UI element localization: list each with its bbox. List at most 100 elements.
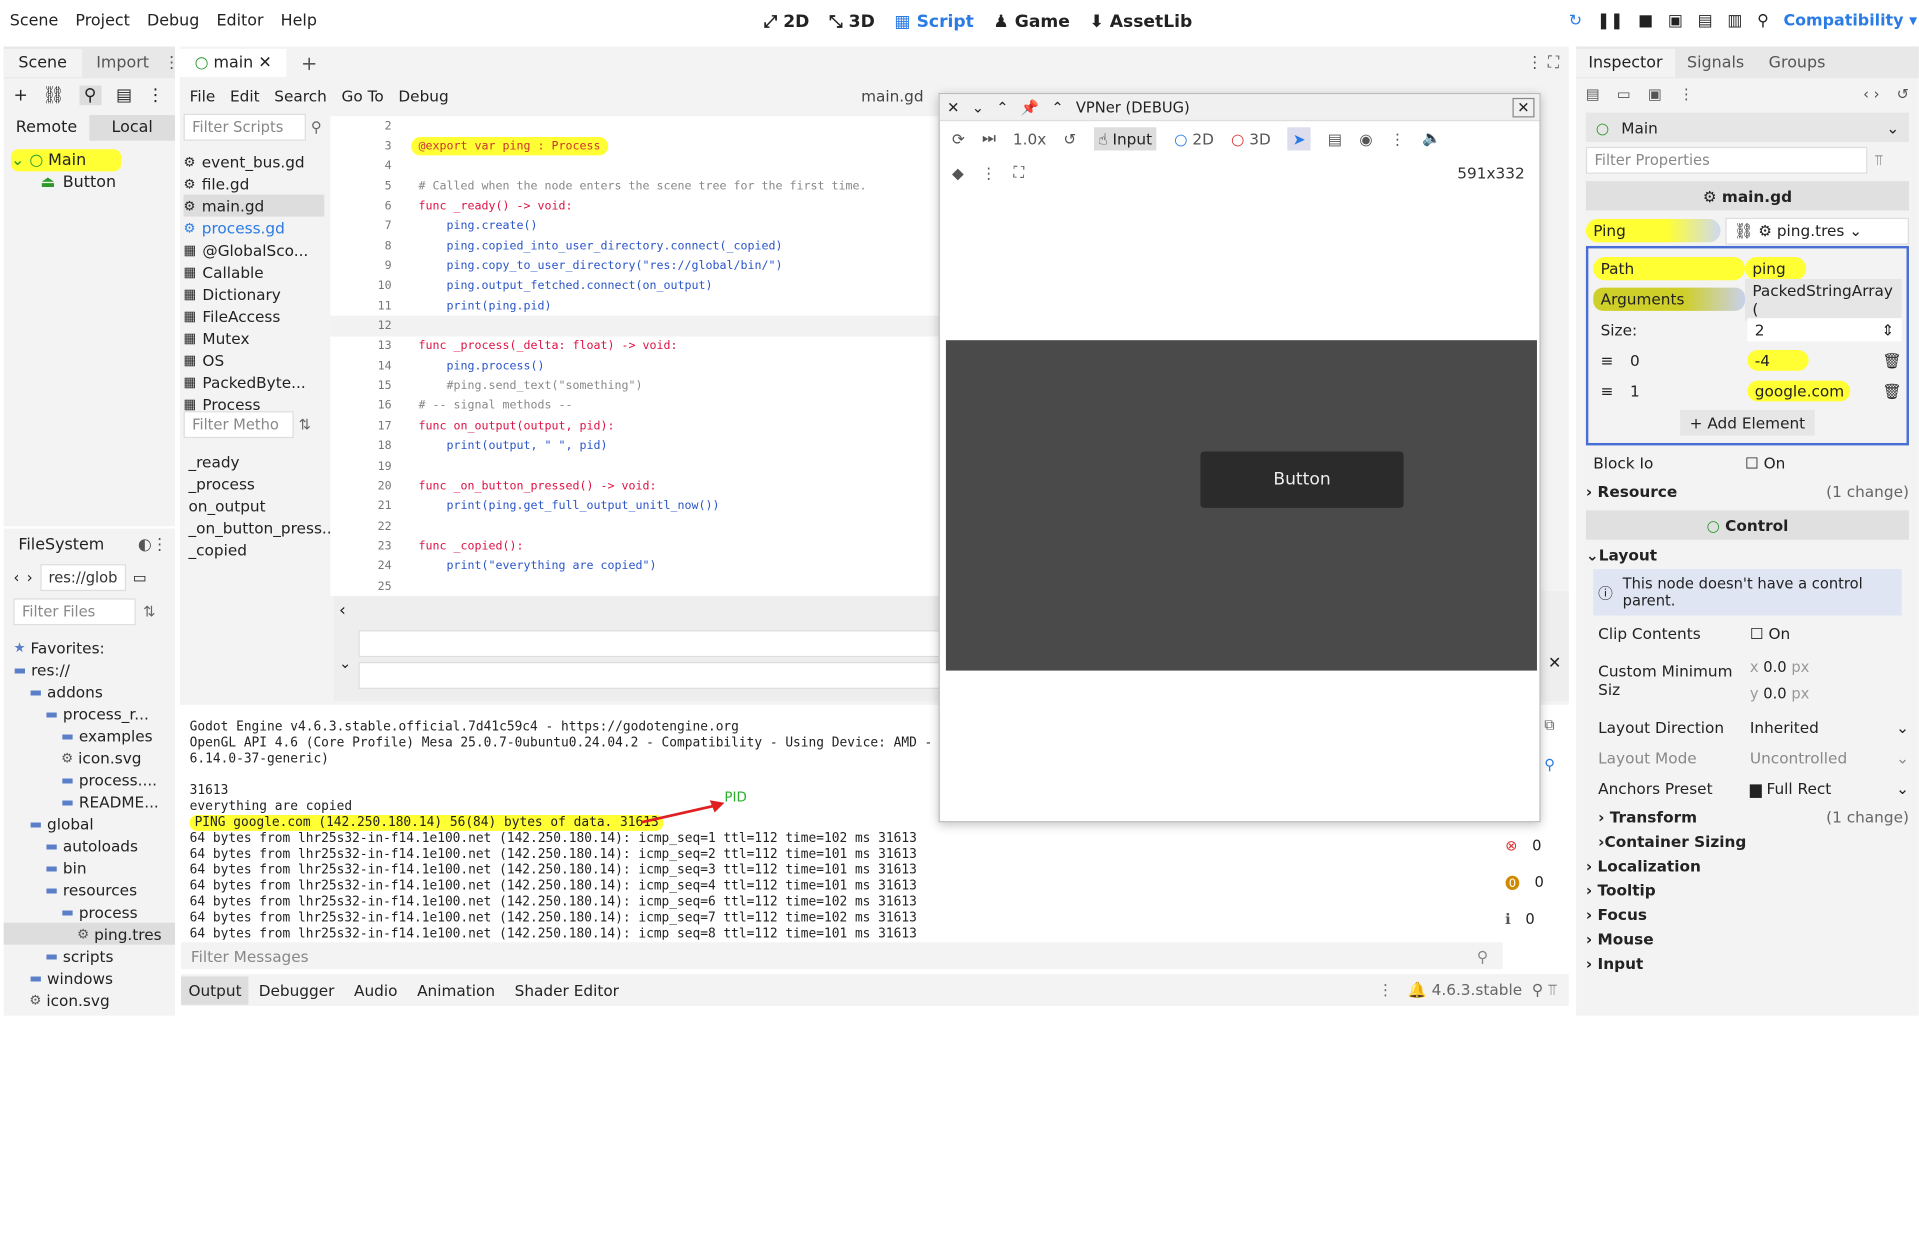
camera-icon[interactable]: ◆ xyxy=(952,163,964,181)
info-count[interactable]: ℹ0 xyxy=(1505,901,1566,938)
scene-node-button[interactable]: ⏏ Button xyxy=(11,171,175,193)
inspector-section-input[interactable]: › Input xyxy=(1586,951,1909,975)
item-0-input[interactable]: -4 xyxy=(1747,349,1809,371)
menu-debug[interactable]: Debug xyxy=(147,12,199,30)
tab-debugger[interactable]: Debugger xyxy=(249,976,344,1004)
script-menu-goto[interactable]: Go To xyxy=(342,86,384,104)
scene-node-main[interactable]: ⌄ ○ Main xyxy=(11,149,122,172)
fs-item[interactable]: ⚙ icon.svg xyxy=(4,746,175,768)
replace-input[interactable] xyxy=(358,662,946,689)
mode-2d[interactable]: ○ 2D xyxy=(1174,129,1214,147)
search-icon[interactable]: ⚲ xyxy=(78,85,102,106)
fs-item[interactable]: ▬ process_r... xyxy=(4,702,175,724)
method-list-item[interactable]: _on_button_press... xyxy=(184,519,336,541)
new-tab-icon[interactable]: + xyxy=(286,46,332,79)
script-list-item[interactable]: ⚙ event_bus.gd xyxy=(184,151,325,173)
script-list-item[interactable]: ⚙ main.gd xyxy=(183,194,325,217)
history-back-icon[interactable]: ‹ › xyxy=(1863,86,1879,103)
menu-editor[interactable]: Editor xyxy=(216,12,263,30)
next-frame-icon[interactable]: ⏭ xyxy=(982,128,996,148)
game-button[interactable]: Button xyxy=(1200,451,1404,508)
clip-checkbox[interactable]: ☐ On xyxy=(1750,624,1790,642)
add-element-button[interactable]: + Add Element xyxy=(1679,409,1815,436)
fs-path-field[interactable]: res://glob xyxy=(39,564,126,592)
find-input[interactable] xyxy=(358,630,946,658)
more-icon[interactable]: ⋮ xyxy=(147,86,164,106)
tab-output[interactable]: Output xyxy=(181,975,249,1005)
stop-icon[interactable]: ■ xyxy=(1638,12,1653,30)
sort-icon[interactable]: ⇅ xyxy=(143,603,155,620)
script-list-item[interactable]: ▦ Callable xyxy=(184,261,325,283)
mode-3d[interactable]: ○ 3D xyxy=(1231,129,1271,147)
block-io-checkbox[interactable]: ☐ On xyxy=(1745,454,1785,472)
script-list-item[interactable]: ▦ @GlobalSco... xyxy=(184,239,325,261)
method-list-item[interactable]: _ready xyxy=(184,453,325,475)
anchors-preset-select[interactable]: ▆ Full Rect ⌄ xyxy=(1750,779,1909,797)
menu-project[interactable]: Project xyxy=(75,12,129,30)
fs-item[interactable]: ▬ windows xyxy=(4,967,175,989)
close-tab-icon[interactable]: ✕ xyxy=(258,53,271,71)
min-y-input[interactable]: y 0.0 px xyxy=(1750,685,1809,702)
save-icon[interactable]: ▣ xyxy=(1648,86,1662,103)
script-list-item[interactable]: ⚙ process.gd xyxy=(184,217,325,239)
layout-mode-select[interactable]: Uncontrolled ⌄ xyxy=(1750,749,1909,767)
chevron-down-icon[interactable]: ⌄ xyxy=(339,655,351,672)
script-menu-edit[interactable]: Edit xyxy=(230,86,260,104)
method-list-item[interactable]: _copied xyxy=(184,541,325,563)
script-list-item[interactable]: ▦ Dictionary xyxy=(184,283,325,305)
method-list-item[interactable]: _process xyxy=(184,475,325,497)
script-list-item[interactable]: ▦ PackedByte... xyxy=(184,371,325,393)
filter-scripts-input[interactable]: Filter Scripts xyxy=(183,113,306,141)
warning-count[interactable]: ⓿0 xyxy=(1505,864,1566,901)
code-editor[interactable]: 2 3 @export var ping : Process 4 5 # Called w… xyxy=(330,116,943,596)
ping-resource-picker[interactable]: ⛓ ⚙ ping.tres ⌄ xyxy=(1725,217,1909,245)
workspace-2d[interactable]: ⤢ 2D xyxy=(764,12,810,32)
reset-icon[interactable]: ↺ xyxy=(1063,129,1076,147)
inspector-section-tooltip[interactable]: › Tooltip xyxy=(1586,877,1909,901)
fs-item[interactable]: ⚙ ping.tres xyxy=(3,922,175,945)
layout-icon[interactable]: ▭ xyxy=(133,569,147,586)
workspace-game[interactable]: ♟ Game xyxy=(993,12,1069,32)
time-scale[interactable]: 1.0x xyxy=(1013,129,1046,147)
script-icon[interactable]: ▤ xyxy=(116,86,132,106)
remote-deploy-icon[interactable]: ▣ xyxy=(1668,12,1683,30)
layout-section[interactable]: ⌄ Layout xyxy=(1586,542,1909,566)
add-node-icon[interactable]: + xyxy=(13,86,27,106)
output-search-icon[interactable]: ⚲ xyxy=(1544,756,1555,773)
tab-scene[interactable]: Scene xyxy=(3,48,82,77)
keep-above-icon[interactable]: ⌃ xyxy=(1051,99,1063,116)
resource-section[interactable]: › Resource (1 change) xyxy=(1586,478,1909,502)
filter-messages-input[interactable]: Filter Messages ⚲ xyxy=(181,942,1503,970)
tab-import[interactable]: Import xyxy=(82,48,164,76)
tab-groups[interactable]: Groups xyxy=(1756,48,1837,76)
search-help-icon[interactable]: ⚲ xyxy=(1757,12,1769,30)
history-icon[interactable]: ↺ xyxy=(1897,86,1919,103)
fs-item[interactable]: ▬ examples xyxy=(4,724,175,746)
fs-item[interactable]: ⚙ icon.svg xyxy=(4,989,175,1011)
script-menu-debug[interactable]: Debug xyxy=(398,86,448,104)
window-close-icon[interactable]: ✕ xyxy=(1512,97,1535,117)
inspector-section-mouse[interactable]: › Mouse xyxy=(1586,926,1909,950)
suspend-icon[interactable]: ⟳ xyxy=(952,129,965,147)
filter-options-icon[interactable]: ⫪ xyxy=(1875,151,1883,169)
minimize-icon[interactable]: ⌄ xyxy=(972,99,984,116)
local-button[interactable]: Local xyxy=(89,114,175,141)
dock-options-icon[interactable]: ◐⋮ xyxy=(138,535,175,553)
size-spinbox[interactable]: 2 ⇕ xyxy=(1747,318,1902,342)
script-menu-search[interactable]: Search xyxy=(274,86,327,104)
collapse-left-icon[interactable]: ‹ xyxy=(339,601,346,621)
workspace-assetlib[interactable]: ⬇ AssetLib xyxy=(1089,12,1192,32)
fs-item[interactable]: ▬ README... xyxy=(4,791,175,813)
fs-item[interactable]: ▬ bin xyxy=(4,857,175,879)
tab-inspector[interactable]: Inspector xyxy=(1576,48,1675,77)
fs-item[interactable]: ▬ res:// xyxy=(4,658,175,680)
tab-signals[interactable]: Signals xyxy=(1675,48,1757,76)
sort-icon[interactable]: ⇅ xyxy=(299,416,311,433)
more-icon[interactable]: ⋮ xyxy=(1679,86,1694,103)
layout-direction-select[interactable]: Inherited ⌄ xyxy=(1750,718,1909,736)
more-icon[interactable]: ⋮ xyxy=(981,163,996,181)
fs-item[interactable]: ▬ addons xyxy=(4,680,175,702)
filter-methods-input[interactable]: Filter Metho xyxy=(183,411,294,439)
fs-item[interactable]: ▬ resources xyxy=(4,879,175,901)
node-selector[interactable]: ○ Main ⌄ xyxy=(1585,112,1909,142)
